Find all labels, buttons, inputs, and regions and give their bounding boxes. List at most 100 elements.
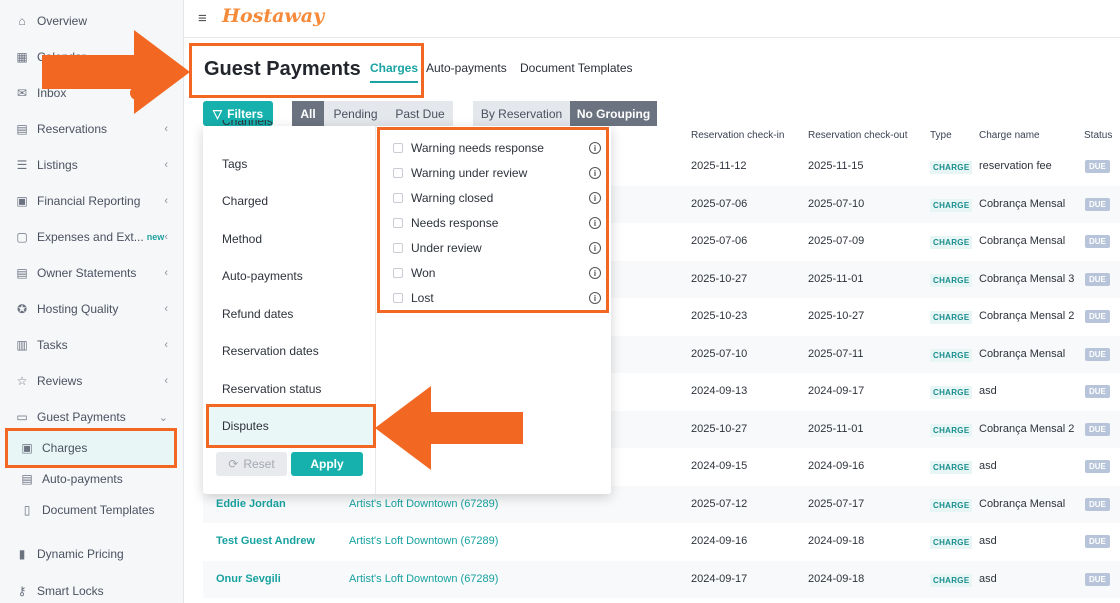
info-icon[interactable]: i: [589, 292, 601, 304]
chat-icon: ✉: [16, 86, 28, 100]
chevron-left-icon: ‹: [164, 267, 168, 279]
filter-category-list: Channels Tags Charged Method Auto-paymen…: [203, 120, 376, 494]
sidebar-item-label: Document Templates: [42, 503, 155, 517]
segment-pending[interactable]: Pending: [324, 101, 387, 126]
sidebar-subitem-document-templates[interactable]: ▯ Document Templates: [20, 499, 170, 521]
table-row[interactable]: Test Guest Andrew Artist's Loft Downtown …: [203, 523, 1120, 560]
checkin-date: 2025-10-27: [691, 272, 748, 285]
column-header-status[interactable]: Status: [1084, 130, 1112, 141]
checkbox[interactable]: [393, 243, 403, 253]
checkbox[interactable]: [393, 218, 403, 228]
sidebar-item-guest-payments[interactable]: ▭ Guest Payments ⌄: [14, 406, 174, 428]
filter-category-auto-payments[interactable]: Auto-payments: [222, 269, 303, 283]
sidebar-item-owner-statements[interactable]: ▤ Owner Statements ‹: [14, 262, 174, 284]
column-header-type[interactable]: Type: [930, 130, 952, 141]
checkin-date: 2025-07-12: [691, 497, 748, 510]
tab-document-templates[interactable]: Document Templates: [520, 61, 633, 75]
charge-name: asd: [979, 385, 997, 397]
calendar-icon: ▦: [16, 50, 28, 64]
column-header-charge-name[interactable]: Charge name: [979, 130, 1040, 141]
column-header-checkin[interactable]: Reservation check-in: [691, 130, 784, 141]
sidebar-item-expenses[interactable]: ▢ Expenses and Ext... new ‹: [14, 226, 174, 248]
filter-category-method[interactable]: Method: [222, 232, 262, 246]
sidebar-subitem-auto-payments[interactable]: ▤ Auto-payments: [20, 468, 170, 490]
sidebar-item-overview[interactable]: ⌂ Overview: [14, 10, 174, 32]
status-badge: DUE: [1085, 272, 1110, 286]
apply-button[interactable]: Apply: [291, 452, 363, 476]
filters-label: Filters: [227, 106, 264, 121]
dispute-option[interactable]: Warning under review i: [393, 164, 601, 182]
reset-button[interactable]: ⟳ Reset: [216, 452, 287, 476]
sidebar-item-reviews[interactable]: ☆ Reviews ‹: [14, 370, 174, 392]
listing-link[interactable]: Artist's Loft Downtown (67289): [349, 535, 498, 547]
guest-name-link[interactable]: Eddie Jordan: [216, 498, 286, 510]
checkin-date: 2025-07-10: [691, 347, 748, 360]
chevron-left-icon: ‹: [164, 339, 168, 351]
sidebar-item-label: Charges: [42, 441, 88, 455]
dispute-option[interactable]: Won i: [393, 264, 601, 282]
filter-category-reservation-dates[interactable]: Reservation dates: [222, 344, 319, 358]
dispute-option[interactable]: Warning closed i: [393, 189, 601, 207]
charge-name: asd: [979, 572, 997, 585]
checkbox[interactable]: [393, 168, 403, 178]
sidebar-item-hosting-quality[interactable]: ✪ Hosting Quality ‹: [14, 298, 174, 320]
sidebar-item-tasks[interactable]: ▥ Tasks ‹: [14, 334, 174, 356]
tab-charges[interactable]: Charges: [370, 61, 419, 83]
home-icon: ⌂: [18, 14, 26, 28]
type-badge: CHARGE: [930, 461, 973, 474]
key-icon: ⚷: [17, 584, 27, 598]
dispute-option[interactable]: Warning needs response i: [393, 139, 601, 157]
checkin-date: 2025-07-06: [691, 197, 748, 210]
hamburger-menu-icon[interactable]: ≡: [198, 10, 207, 27]
segment-by-reservation[interactable]: By Reservation: [473, 101, 570, 126]
status-badge: DUE: [1085, 347, 1110, 361]
checkbox[interactable]: [393, 193, 403, 203]
listing-link[interactable]: Artist's Loft Downtown (67289): [349, 498, 498, 510]
column-header-checkout[interactable]: Reservation check-out: [808, 130, 908, 141]
sidebar-item-reservations[interactable]: ▤ Reservations ‹: [14, 118, 174, 140]
checkbox[interactable]: [393, 293, 403, 303]
guest-name-link[interactable]: Test Guest Andrew: [216, 535, 315, 547]
sidebar-subitem-charges[interactable]: ▣ Charges: [20, 437, 170, 459]
sidebar-item-label: Auto-payments: [42, 472, 123, 486]
status-badge: DUE: [1085, 160, 1110, 173]
filter-category-refund-dates[interactable]: Refund dates: [222, 307, 293, 321]
info-icon[interactable]: i: [589, 192, 601, 204]
info-icon[interactable]: i: [589, 217, 601, 229]
sidebar-item-financial-reporting[interactable]: ▣ Financial Reporting ‹: [14, 190, 174, 212]
sidebar-item-smart-locks[interactable]: ⚷ Smart Locks: [14, 580, 174, 602]
checkout-date: 2025-10-27: [808, 310, 865, 322]
segment-no-grouping[interactable]: No Grouping: [570, 101, 657, 126]
briefcase-icon: ▥: [16, 338, 28, 352]
segment-past-due[interactable]: Past Due: [387, 101, 453, 126]
chevron-left-icon: ‹: [164, 195, 168, 207]
tab-auto-payments[interactable]: Auto-payments: [426, 61, 507, 75]
status-badge: DUE: [1085, 310, 1110, 323]
filter-category-channels[interactable]: Channels: [222, 120, 273, 130]
sidebar-item-dynamic-pricing[interactable]: ▮ Dynamic Pricing: [14, 543, 174, 565]
annotation-arrow-right-icon: [42, 30, 190, 114]
sidebar-item-label: Financial Reporting: [37, 194, 141, 208]
table-row[interactable]: Onur Sevgili Artist's Loft Downtown (6728…: [203, 560, 1120, 598]
dispute-option[interactable]: Needs response i: [393, 214, 601, 232]
status-badge: DUE: [1085, 197, 1110, 211]
dispute-option[interactable]: Under review i: [393, 239, 601, 257]
sidebar-item-label: Dynamic Pricing: [37, 547, 124, 561]
checkbox[interactable]: [393, 143, 403, 153]
guest-name-link[interactable]: Onur Sevgili: [216, 573, 281, 585]
filter-category-tags[interactable]: Tags: [222, 157, 247, 171]
info-icon[interactable]: i: [589, 267, 601, 279]
chevron-left-icon: ‹: [164, 159, 168, 171]
listing-link[interactable]: Artist's Loft Downtown (67289): [349, 573, 498, 585]
checkbox[interactable]: [393, 268, 403, 278]
filter-category-charged[interactable]: Charged: [222, 194, 268, 208]
info-icon[interactable]: i: [589, 242, 601, 254]
sidebar-item-listings[interactable]: ☰ Listings ‹: [14, 154, 174, 176]
filter-category-reservation-status[interactable]: Reservation status: [222, 382, 321, 396]
dispute-option[interactable]: Lost i: [393, 289, 601, 307]
filter-category-disputes[interactable]: Disputes: [222, 419, 269, 433]
info-icon[interactable]: i: [589, 167, 601, 179]
info-icon[interactable]: i: [589, 142, 601, 154]
segment-all[interactable]: All: [292, 101, 324, 126]
chevron-left-icon: ‹: [164, 123, 168, 135]
